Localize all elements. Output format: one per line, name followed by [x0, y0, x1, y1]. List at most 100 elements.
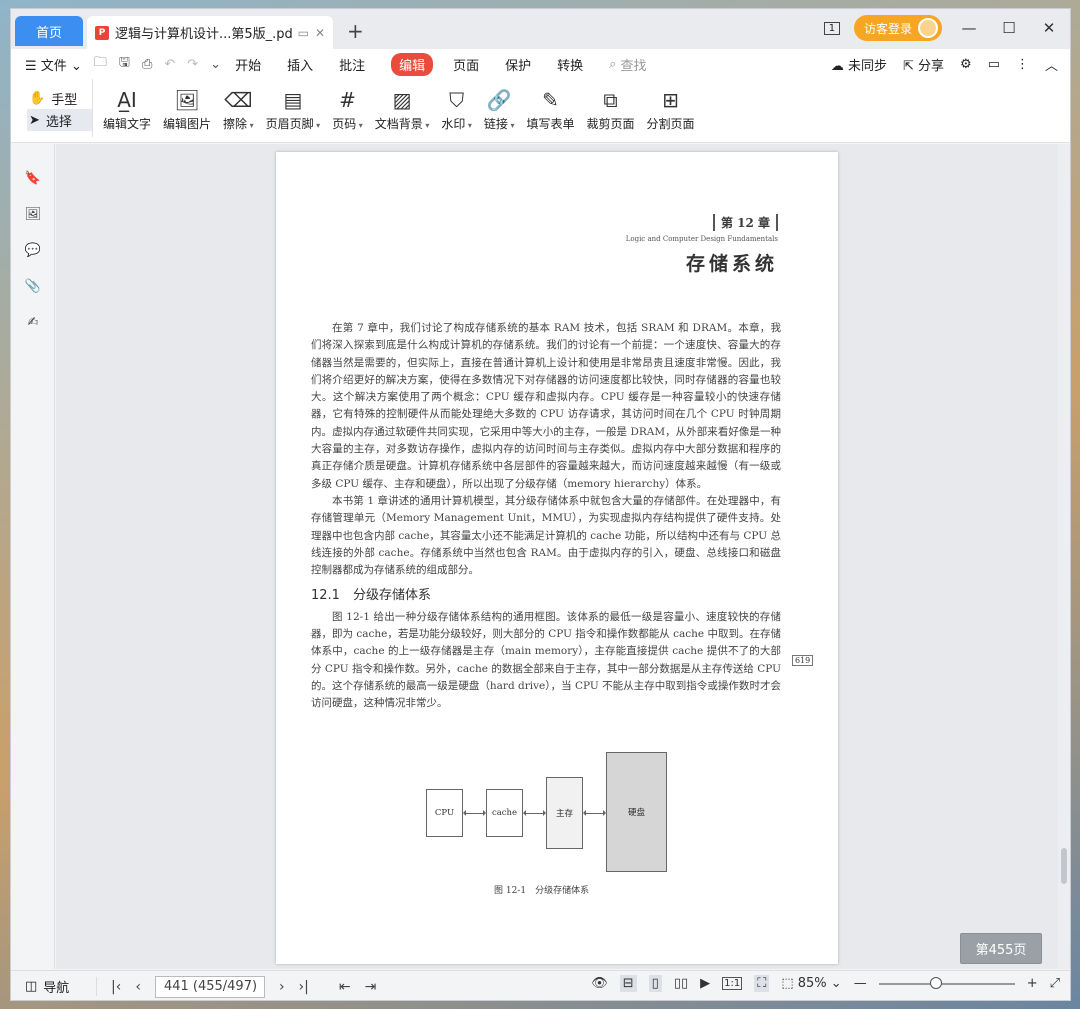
zoom-out-icon[interactable]: — [854, 976, 867, 991]
crop-page-label: 裁剪页面 [587, 115, 635, 132]
tab-document[interactable]: P 逻辑与计算机设计...第5版_.pdf ▭ ✕ [87, 16, 333, 49]
two-page-icon[interactable]: ▯▯ [674, 976, 688, 991]
more-icon[interactable]: ⋮ [1016, 57, 1029, 72]
cache-box: cache [486, 789, 523, 837]
link-label-text: 链接 [483, 117, 508, 131]
file-menu-label: 文件 [40, 58, 67, 74]
image-edit-icon: 🖼 [174, 88, 200, 112]
background-label: 文档背景 ▾ [375, 115, 430, 132]
cursor-icon: ➤ [29, 112, 40, 128]
tab-pin-icon[interactable]: ▭ [298, 26, 309, 40]
dropdown-caret-icon: ▾ [313, 121, 321, 130]
background-button[interactable]: ▨ 文档背景 ▾ [375, 79, 430, 132]
crop-page-button[interactable]: ⧉ 裁剪页面 [587, 79, 635, 132]
open-icon[interactable]: 🗀 [94, 53, 107, 75]
edit-toolbar: ✋ 手型 ➤ 选择 A̲I 编辑文字 🖼 编辑图片 ⌫ 擦除 ▾ ▤ 页眉页脚 ▾ # 页码 ▾ ▨ 文档… [11, 79, 1070, 143]
tab-home[interactable]: 首页 [15, 16, 83, 46]
menu-insert[interactable]: 插入 [287, 55, 313, 74]
close-window-icon[interactable]: ✕ [1036, 19, 1062, 37]
chapter-title: 存储系统 [685, 253, 778, 275]
split-page-button[interactable]: ⊞ 分割页面 [647, 79, 695, 132]
back-icon[interactable]: ⇤ [339, 979, 351, 995]
search-box[interactable]: ⌕ 查找 [609, 55, 646, 74]
settings-icon[interactable]: ⚙ [960, 57, 972, 72]
crop-page-icon: ⧉ [603, 88, 618, 112]
scrollbar-thumb[interactable] [1061, 848, 1067, 884]
continuous-scroll-icon[interactable]: ⊟ [619, 975, 637, 992]
thumbnail-icon[interactable]: 🖼 [11, 196, 55, 232]
forward-icon[interactable]: ⇥ [365, 979, 377, 995]
quick-access-dropdown-icon[interactable]: ⌄ [210, 57, 221, 72]
tab-close-icon[interactable]: ✕ [315, 26, 325, 40]
form-button[interactable]: ✎ 填写表单 [527, 79, 575, 132]
dropdown-caret-icon: ▾ [422, 121, 430, 130]
pdf-icon: P [95, 25, 109, 40]
zoom-slider-knob[interactable] [929, 976, 942, 989]
watermark-icon: ⛉ [449, 88, 465, 112]
comment-panel-icon[interactable]: 💬 [11, 232, 55, 268]
share-button[interactable]: ⇱ 分享 [903, 55, 944, 74]
vertical-scrollbar[interactable] [1058, 144, 1070, 969]
menu-annotate[interactable]: 批注 [339, 55, 365, 74]
current-page-indicator: 第455页 [960, 933, 1042, 964]
original-page-number: 619 [792, 655, 814, 666]
minimize-icon[interactable]: — [956, 19, 982, 37]
split-page-label: 分割页面 [647, 115, 695, 132]
comment-icon[interactable]: ▭ [988, 57, 1000, 72]
menu-start[interactable]: 开始 [235, 55, 261, 74]
menu-protect[interactable]: 保护 [505, 55, 531, 74]
actual-size-icon[interactable]: 1:1 [722, 977, 743, 990]
link-button[interactable]: 🔗 链接 ▾ [484, 79, 515, 132]
zoom-dropdown[interactable]: ⬚ 85% ⌄ [781, 976, 841, 991]
hand-icon: ✋ [29, 90, 46, 106]
collapse-ribbon-icon[interactable]: ︿ [1045, 55, 1058, 74]
page-number-input[interactable]: 441 (455/497) [154, 975, 265, 998]
navigation-toggle[interactable]: ◫ 导航 [11, 977, 97, 996]
document-viewer[interactable]: 第 12 章 Logic and Computer Design Fundame… [56, 144, 1059, 969]
header-footer-button[interactable]: ▤ 页眉页脚 ▾ [266, 79, 321, 132]
zoom-slider[interactable] [878, 976, 1015, 989]
play-icon[interactable]: ▶ [700, 976, 710, 991]
prev-page-icon[interactable]: ‹ [135, 979, 141, 995]
eraser-button[interactable]: ⌫ 擦除 ▾ [223, 79, 254, 132]
chapter-number: 第 12 章 [712, 214, 778, 231]
text-edit-button[interactable]: A̲I 编辑文字 [103, 79, 151, 132]
zoom-in-icon[interactable]: + [1027, 976, 1038, 991]
first-page-icon[interactable]: |‹ [111, 979, 121, 995]
menu-page[interactable]: 页面 [453, 55, 479, 74]
signature-icon[interactable]: ✍ [11, 304, 55, 340]
undo-icon[interactable]: ↶ [164, 57, 175, 72]
attachment-icon[interactable]: 📎 [11, 268, 55, 304]
guest-login-button[interactable]: 访客登录 [853, 15, 942, 41]
bookmark-icon[interactable]: 🔖 [11, 160, 55, 196]
sync-status[interactable]: ☁ 未同步 [831, 55, 887, 74]
menu-edit[interactable]: 编辑 [391, 52, 434, 76]
print-icon[interactable]: ⎙ [142, 57, 152, 72]
eye-protection-icon[interactable]: 👁 [591, 976, 608, 991]
single-page-icon[interactable]: ▯ [648, 975, 662, 992]
hand-tool-button[interactable]: ✋ 手型 [27, 87, 92, 109]
menu-bar: ☰ 文件 ⌄ 🗀 🖫 ⎙ ↶ ↷ ⌄ 开始 插入 批注 编辑 页面 保护 转换 … [11, 49, 1070, 79]
last-page-icon[interactable]: ›| [299, 979, 309, 995]
page-number-button[interactable]: # 页码 ▾ [332, 79, 363, 132]
redo-icon[interactable]: ↷ [187, 57, 198, 72]
pdf-page: 第 12 章 Logic and Computer Design Fundame… [276, 152, 838, 964]
sync-label: 未同步 [847, 59, 887, 74]
select-tool-button[interactable]: ➤ 选择 [27, 109, 92, 131]
fullscreen-icon[interactable]: ⤢ [1050, 976, 1060, 991]
fit-page-icon[interactable]: ⛶ [754, 975, 770, 992]
save-icon[interactable]: 🖫 [119, 53, 130, 75]
next-page-icon[interactable]: › [279, 979, 285, 995]
maximize-icon[interactable]: ☐ [996, 19, 1022, 37]
navigation-label: 导航 [43, 981, 70, 996]
page-count-icon[interactable]: 1 [823, 21, 840, 35]
watermark-button[interactable]: ⛉ 水印 ▾ [441, 79, 472, 132]
eraser-label: 擦除 ▾ [223, 115, 254, 132]
header-footer-icon: ▤ [283, 88, 303, 112]
menu-convert[interactable]: 转换 [557, 55, 583, 74]
image-edit-button[interactable]: 🖼 编辑图片 [163, 79, 211, 132]
file-menu[interactable]: ☰ 文件 ⌄ [25, 55, 82, 74]
new-tab-button[interactable]: + [347, 19, 364, 43]
page-number-label: 页码 ▾ [332, 115, 363, 132]
form-icon: ✎ [542, 88, 559, 112]
